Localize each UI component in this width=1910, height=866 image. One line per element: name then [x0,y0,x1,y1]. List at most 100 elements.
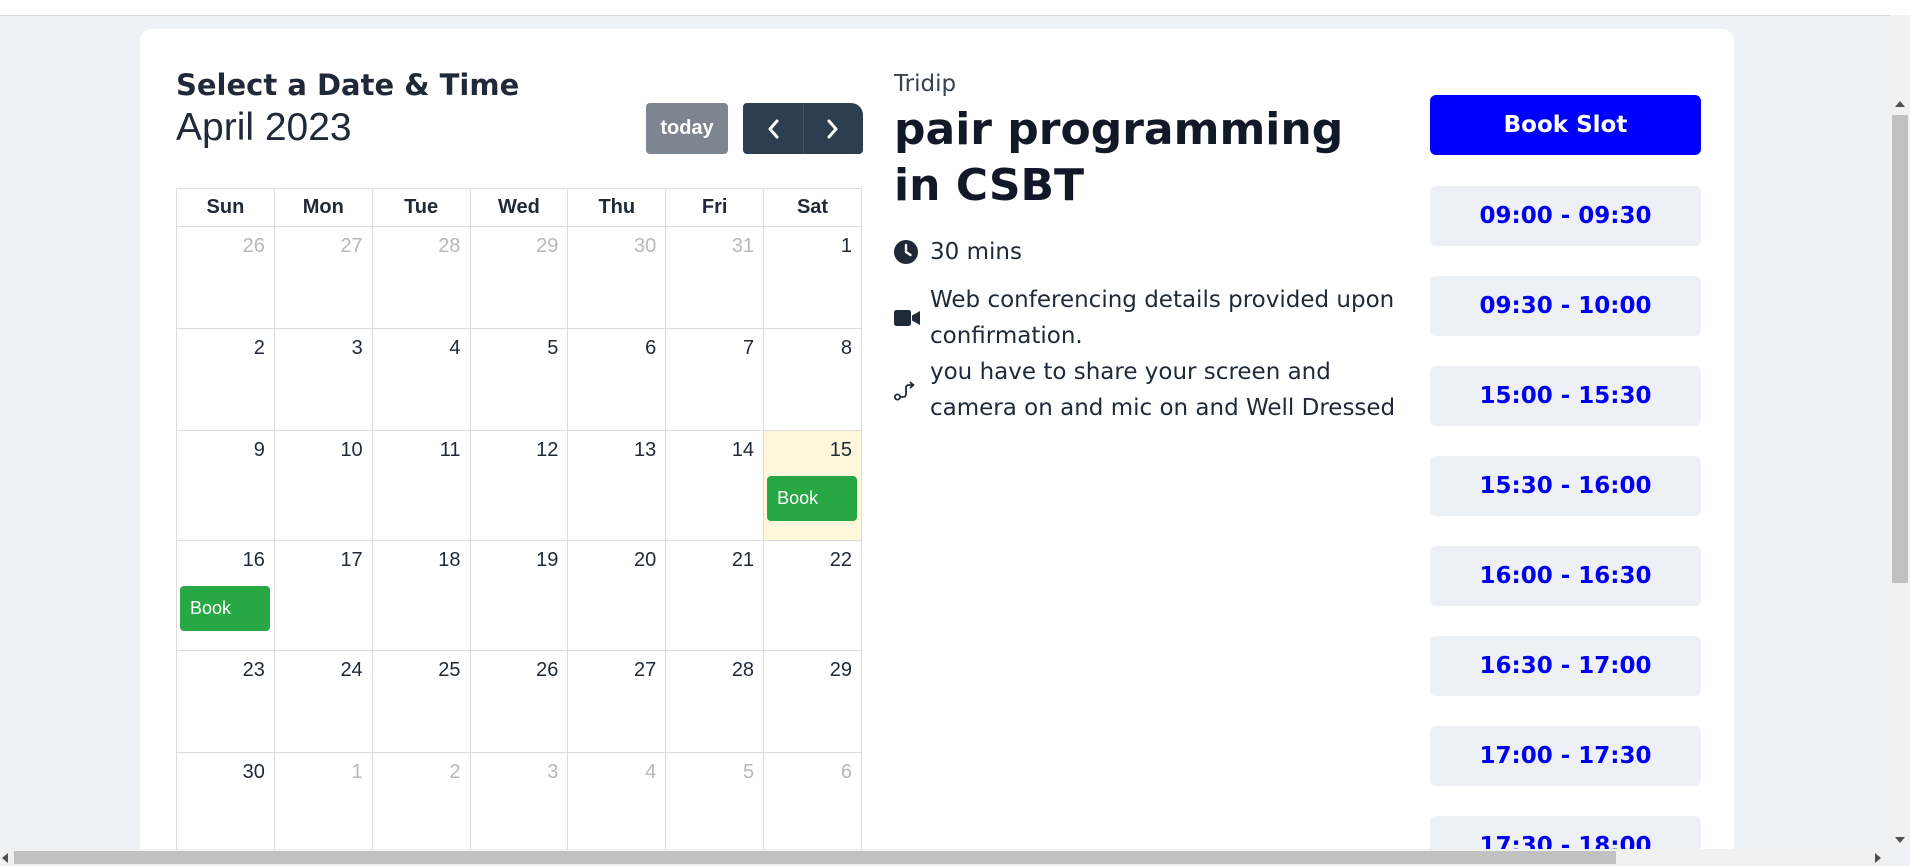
day-number: 14 [731,439,755,461]
scroll-down-arrow-icon[interactable] [1895,837,1905,843]
day-number: 5 [742,761,755,783]
calendar-day-cell[interactable]: 17 [273,540,373,651]
book-event-button[interactable]: Book [180,586,270,631]
weekday-header: Fri [665,188,765,227]
calendar-day-cell[interactable]: 1 [273,752,373,855]
calendar-day-cell[interactable]: 15 Book [763,430,862,541]
day-number: 26 [536,659,559,681]
calendar-day-cell[interactable]: 5 [469,328,569,431]
day-number: 1 [351,761,363,783]
calendar-day-cell[interactable]: 2 [371,752,471,855]
calendar-day-cell[interactable]: 8 [763,328,862,431]
day-number: 22 [829,549,852,571]
book-slot-button[interactable]: Book Slot [1430,95,1701,155]
day-number: 20 [633,549,657,571]
time-slot-button[interactable]: 15:30 - 16:00 [1430,456,1701,516]
calendar-day-cell[interactable]: 6 [567,328,667,431]
day-number: 16 [242,549,265,571]
prev-month-button[interactable] [743,103,803,154]
calendar-day-cell[interactable]: 2 [176,328,275,431]
page-heading: Select a Date & Time [176,68,520,102]
calendar-day-cell[interactable]: 11 [371,430,471,541]
clock-icon [894,234,930,270]
horizontal-scroll-thumb[interactable] [14,851,1616,864]
calendar-day-cell[interactable]: 31 [665,226,765,329]
weekday-header: Mon [273,188,373,227]
time-slot-button[interactable]: 15:00 - 15:30 [1430,366,1701,426]
time-slot-button[interactable]: 09:00 - 09:30 [1430,186,1701,246]
calendar-day-cell[interactable]: 10 [273,430,373,541]
calendar-day-cell[interactable]: 26 [469,650,569,753]
calendar-day-cell[interactable]: 7 [665,328,765,431]
calendar-day-cell[interactable]: 9 [176,430,275,541]
day-number: 9 [253,439,265,461]
calendar-day-cell[interactable]: 29 [763,650,862,753]
calendar-day-cell[interactable]: 21 [665,540,765,651]
calendar-day-cell[interactable]: 28 [371,226,471,329]
host-name: Tridip [894,71,957,97]
location-text: Web conferencing details provided upon c… [930,287,1395,349]
horizontal-scrollbar[interactable] [0,849,1890,866]
day-number: 24 [340,659,363,681]
weekday-header: Thu [567,188,667,227]
calendar-day-cell[interactable]: 4 [567,752,667,855]
next-month-button[interactable] [802,103,863,154]
time-slot-button[interactable]: 17:00 - 17:30 [1430,726,1701,786]
calendar-day-cell[interactable]: 29 [469,226,569,329]
day-number: 18 [438,549,461,571]
calendar-day-cell[interactable]: 14 [665,430,765,541]
time-slot-button[interactable]: 09:30 - 10:00 [1430,276,1701,336]
calendar-day-cell[interactable]: 25 [371,650,471,753]
day-number: 31 [731,235,755,257]
calendar-day-cell[interactable]: 26 [176,226,275,329]
calendar-day-cell[interactable]: 28 [665,650,765,753]
scroll-right-arrow-icon[interactable] [1875,853,1881,863]
duration-text: 30 mins [930,239,1022,265]
day-number: 2 [449,761,461,783]
day-number: 15 [829,439,852,461]
day-number: 6 [645,337,657,359]
calendar-day-cell[interactable]: 18 [371,540,471,651]
calendar-day-cell[interactable]: 6 [763,752,862,855]
calendar-day-cell[interactable]: 30 [567,226,667,329]
video-camera-icon [894,282,930,354]
calendar-day-cell[interactable]: 27 [273,226,373,329]
event-title: pair programming in CSBT [894,104,1344,211]
day-number: 21 [731,549,755,571]
vertical-scrollbar[interactable] [1890,15,1910,849]
day-number: 26 [242,235,265,257]
calendar-week-row: 30 1 2 3 4 5 6 [176,752,862,855]
scroll-left-arrow-icon[interactable] [2,853,8,863]
day-number: 17 [340,549,363,571]
calendar-day-cell[interactable]: 5 [665,752,765,855]
calendar-day-cell[interactable]: 30 [176,752,275,855]
calendar-day-cell[interactable]: 27 [567,650,667,753]
day-number: 11 [439,439,461,461]
calendar-day-cell[interactable]: 1 [763,226,862,329]
description-row: you have to share your screen and camera… [894,354,1420,426]
day-number: 27 [633,659,657,681]
calendar-day-cell[interactable]: 20 [567,540,667,651]
calendar-day-cell[interactable]: 23 [176,650,275,753]
day-number: 4 [449,337,461,359]
calendar-day-cell[interactable]: 12 [469,430,569,541]
calendar-day-cell[interactable]: 19 [469,540,569,651]
book-event-button[interactable]: Book [767,476,857,521]
vertical-scroll-thumb[interactable] [1892,115,1908,583]
calendar-day-cell[interactable]: 3 [469,752,569,855]
weekday-header: Tue [371,188,471,227]
calendar-day-cell[interactable]: 16 Book [176,540,275,651]
calendar-day-cell[interactable]: 13 [567,430,667,541]
calendar-day-cell[interactable]: 22 [763,540,862,651]
time-slot-button[interactable]: 16:30 - 17:00 [1430,636,1701,696]
calendar-day-cell[interactable]: 24 [273,650,373,753]
today-button[interactable]: today [646,103,728,154]
calendar-week-row: 16 Book 17 18 19 20 21 22 [176,540,862,651]
calendar-body: 26 27 28 29 30 31 1 2 3 4 5 6 7 8 9 10 11 12 13 14 15 Book 16 B… [176,226,862,855]
scroll-up-arrow-icon[interactable] [1895,101,1905,107]
calendar-day-cell[interactable]: 3 [273,328,373,431]
day-number: 29 [829,659,852,681]
time-slot-button[interactable]: 16:00 - 16:30 [1430,546,1701,606]
day-number: 30 [242,761,265,783]
calendar-day-cell[interactable]: 4 [371,328,471,431]
